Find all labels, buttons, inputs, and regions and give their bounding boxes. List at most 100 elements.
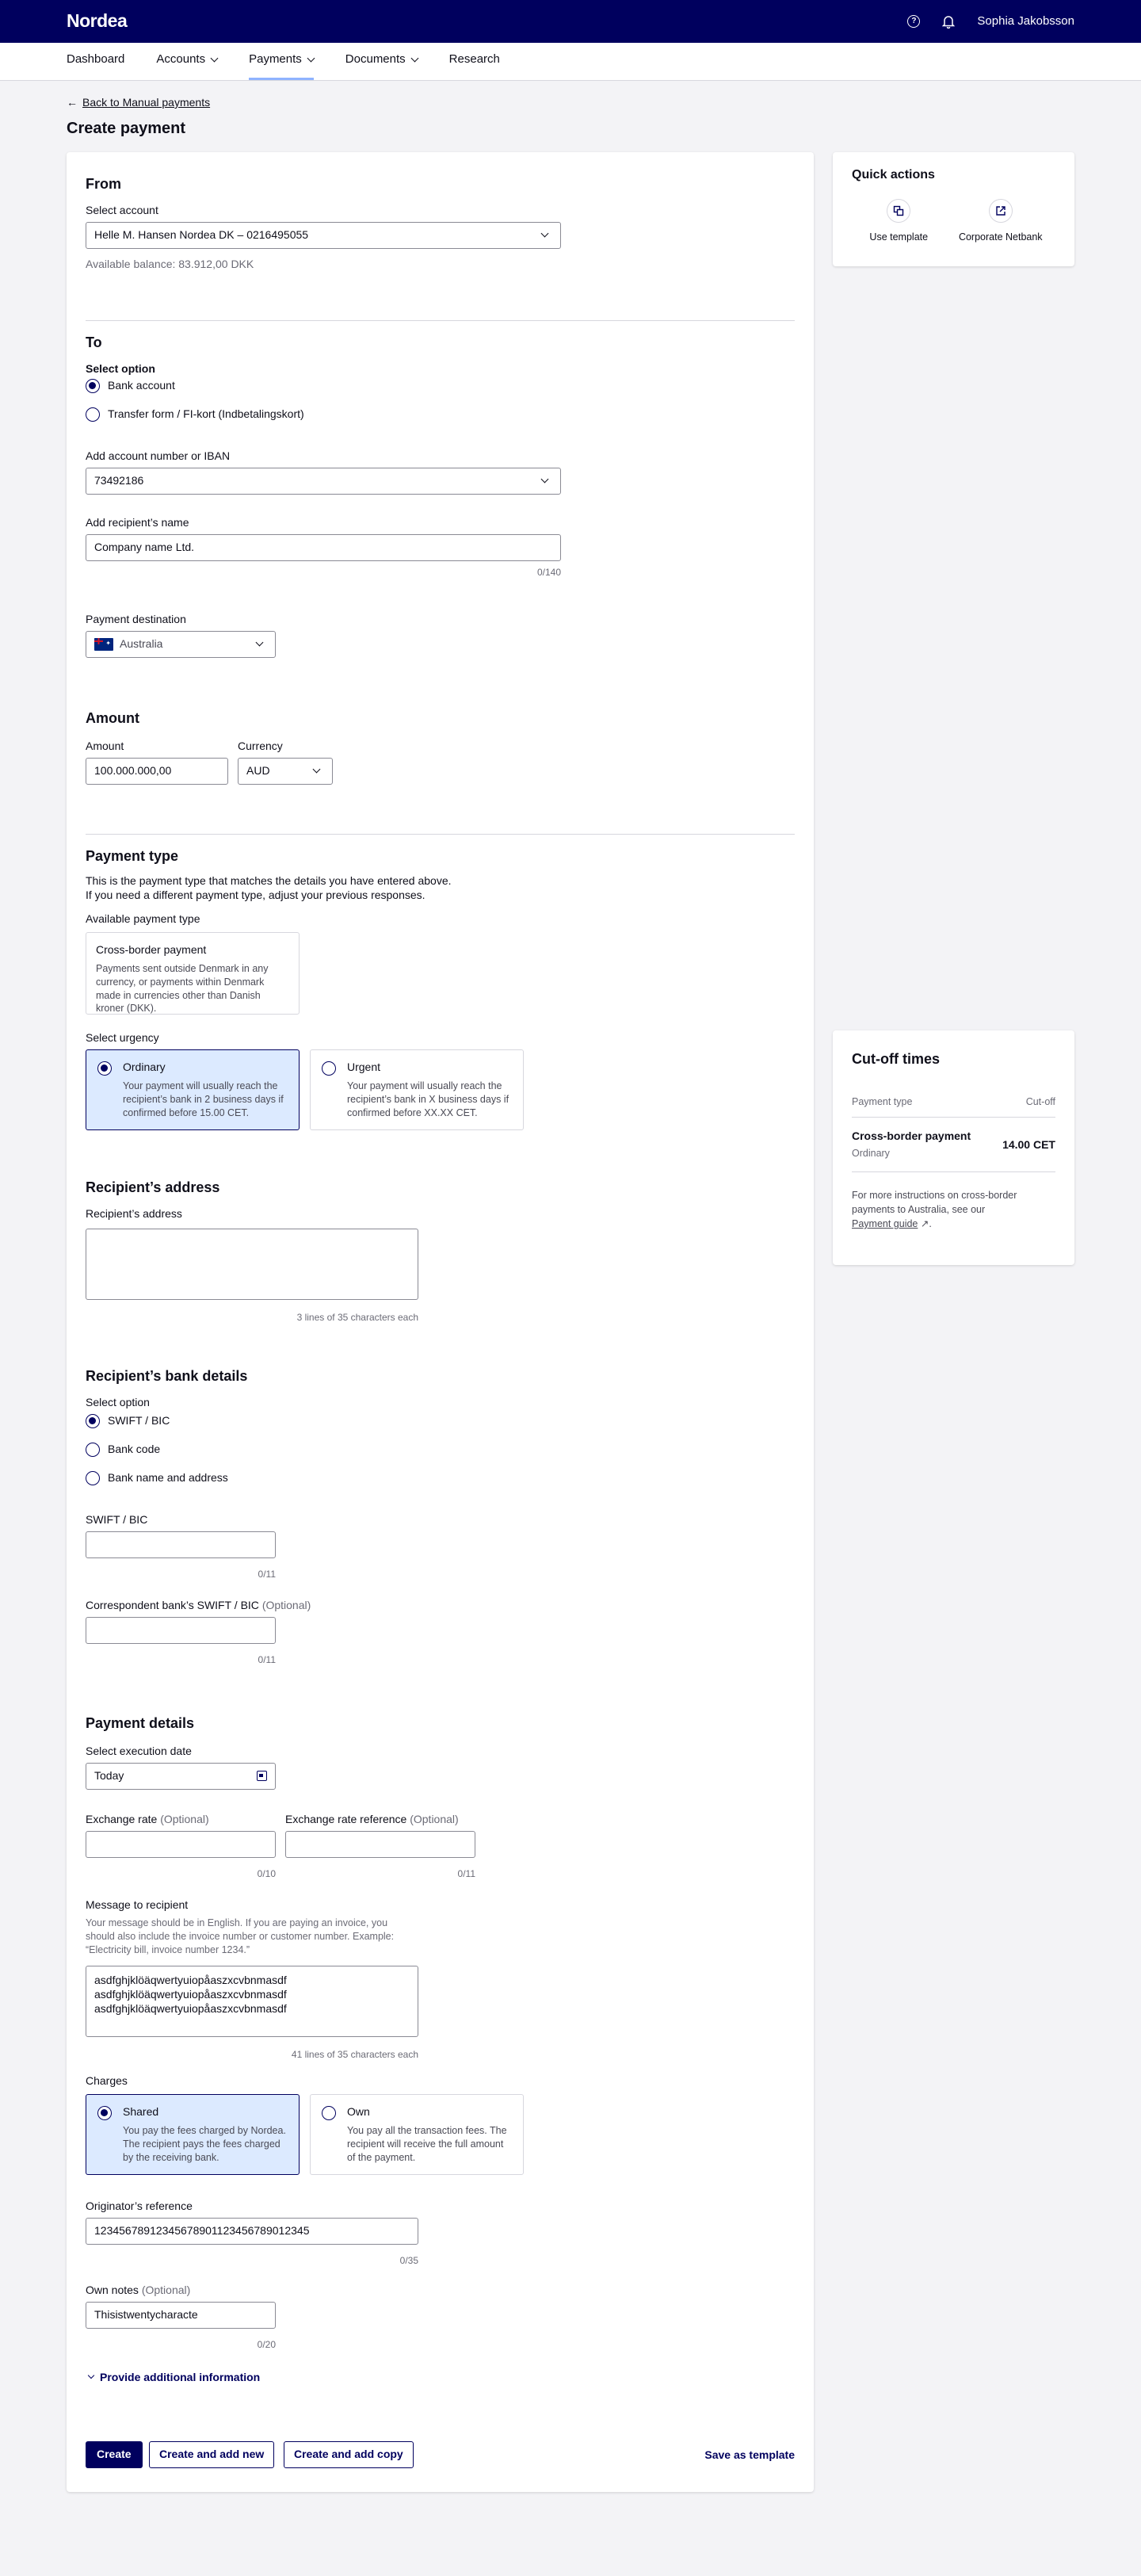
account-select[interactable]: Helle M. Hansen Nordea DK – 0216495055 bbox=[86, 221, 561, 249]
amount-input[interactable]: 100.000.000,00 bbox=[86, 757, 228, 785]
originator-reference-label: Originator’s reference bbox=[86, 2199, 193, 2212]
nav-payments[interactable]: Payments bbox=[249, 42, 315, 80]
back-link[interactable]: ← Back to Manual payments bbox=[67, 95, 1074, 110]
radio-unchecked-icon bbox=[86, 1470, 100, 1485]
payment-destination-select[interactable]: Australia bbox=[86, 630, 276, 658]
swift-counter: 0/11 bbox=[258, 1568, 276, 1580]
to-option-label: Select option bbox=[86, 361, 155, 375]
recipient-address-title: Recipient’s address bbox=[86, 1179, 220, 1195]
radio-label: Bank account bbox=[108, 379, 175, 392]
nav-accounts[interactable]: Accounts bbox=[156, 42, 219, 80]
radio-bank-name-address[interactable]: Bank name and address bbox=[86, 1468, 228, 1489]
account-select-value: Helle M. Hansen Nordea DK – 0216495055 bbox=[94, 228, 309, 242]
cutoff-note: For more instructions on cross-border pa… bbox=[852, 1189, 1017, 1230]
exchange-rate-label-text: Exchange rate bbox=[86, 1812, 158, 1825]
exchange-rate-reference-label-text: Exchange rate reference bbox=[285, 1812, 407, 1825]
account-number-input[interactable]: 73492186 bbox=[86, 467, 561, 495]
nav-dashboard[interactable]: Dashboard bbox=[67, 42, 124, 80]
quick-actions-card: Quick actions Use template Corporate Net… bbox=[833, 151, 1074, 266]
additional-info-label: Provide additional information bbox=[100, 2370, 261, 2383]
australia-flag-icon bbox=[94, 637, 113, 651]
notification-bell-icon[interactable] bbox=[942, 15, 956, 29]
urgency-ordinary-option[interactable]: Ordinary Your payment will usually reach… bbox=[86, 1049, 300, 1130]
option-title: Ordinary bbox=[123, 1060, 166, 1073]
page-title: Create payment bbox=[67, 119, 186, 137]
quick-action-label: Use template bbox=[869, 231, 929, 243]
option-desc: Your payment will usually reach the reci… bbox=[123, 1080, 284, 1118]
nav-research[interactable]: Research bbox=[449, 42, 500, 80]
originator-reference-input[interactable]: 12345678912345678901123456789012345 bbox=[86, 2217, 418, 2245]
currency-select[interactable]: AUD bbox=[238, 757, 333, 785]
cutoff-row: Cross-border payment Ordinary 14.00 CET bbox=[852, 1129, 1055, 1160]
swift-input[interactable] bbox=[86, 1531, 276, 1558]
radio-swift-bic[interactable]: SWIFT / BIC bbox=[86, 1411, 170, 1431]
radio-checked-icon bbox=[97, 2105, 112, 2120]
template-icon bbox=[887, 199, 911, 224]
radio-checked-icon bbox=[97, 1061, 112, 1076]
quick-action-label: Corporate Netbank bbox=[958, 231, 1043, 243]
account-number-value: 73492186 bbox=[94, 474, 144, 487]
nav-label: Accounts bbox=[156, 52, 206, 67]
execution-date-input[interactable]: Today bbox=[86, 1762, 276, 1790]
from-title: From bbox=[86, 175, 121, 192]
divider bbox=[852, 1171, 1055, 1172]
available-payment-type-label: Available payment type bbox=[86, 912, 200, 925]
correspondent-swift-label-text: Correspondent bank’s SWIFT / BIC bbox=[86, 1598, 259, 1611]
urgency-urgent-option[interactable]: Urgent Your payment will usually reach t… bbox=[310, 1049, 524, 1130]
payment-details-title: Payment details bbox=[86, 1714, 195, 1731]
payment-type-desc-1: This is the payment type that matches th… bbox=[86, 873, 452, 887]
help-icon[interactable]: ? bbox=[907, 15, 921, 28]
option-title: Own bbox=[347, 2104, 370, 2118]
recipient-name-input[interactable]: Company name Ltd. bbox=[86, 533, 561, 561]
cutoff-col-type: Payment type bbox=[852, 1096, 913, 1108]
create-button[interactable]: Create bbox=[86, 2440, 143, 2468]
exchange-rate-input[interactable] bbox=[86, 1830, 276, 1858]
nav-label: Dashboard bbox=[67, 52, 125, 67]
optional-tag: (Optional) bbox=[410, 1812, 459, 1825]
top-bar: Nordea ? Sophia Jakobsson bbox=[0, 0, 1141, 43]
main-navigation: Dashboard Accounts Payments Documents Re… bbox=[0, 43, 1141, 81]
message-label: Message to recipient bbox=[86, 1898, 189, 1911]
quick-action-use-template[interactable]: Use template bbox=[855, 199, 942, 244]
recipient-address-textarea[interactable] bbox=[86, 1228, 418, 1300]
additional-info-toggle[interactable]: Provide additional information bbox=[87, 2370, 261, 2385]
correspondent-swift-input[interactable] bbox=[86, 1616, 276, 1644]
charges-own-option[interactable]: Own You pay all the transaction fees. Th… bbox=[310, 2093, 524, 2175]
exchange-rate-reference-label: Exchange rate reference (Optional) bbox=[285, 1812, 459, 1827]
nav-label: Research bbox=[448, 52, 500, 67]
create-and-add-new-button[interactable]: Create and add new bbox=[149, 2440, 275, 2468]
charges-shared-option[interactable]: Shared You pay the fees charged by Norde… bbox=[86, 2093, 300, 2175]
radio-unchecked-icon bbox=[86, 407, 100, 422]
create-and-add-copy-button[interactable]: Create and add copy bbox=[284, 2440, 414, 2468]
save-as-template-link[interactable]: Save as template bbox=[704, 2448, 795, 2463]
nordea-logo[interactable]: Nordea bbox=[67, 9, 128, 33]
exchange-rate-reference-input[interactable] bbox=[285, 1830, 475, 1858]
radio-unchecked-icon bbox=[322, 2105, 336, 2120]
quick-action-corporate-netbank[interactable]: Corporate Netbank bbox=[949, 199, 1052, 244]
option-title: Urgent bbox=[347, 1060, 381, 1073]
card-title: Cross-border payment bbox=[96, 942, 207, 956]
payment-guide-link[interactable]: Payment guide bbox=[852, 1218, 918, 1229]
optional-tag: (Optional) bbox=[160, 1812, 209, 1825]
option-title: Shared bbox=[123, 2104, 159, 2118]
calendar-icon[interactable] bbox=[257, 1771, 267, 1782]
user-name[interactable]: Sophia Jakobsson bbox=[977, 13, 1074, 29]
quick-actions-list: Use template Corporate Netbank bbox=[852, 199, 1055, 244]
bank-details-title: Recipient’s bank details bbox=[86, 1367, 248, 1384]
available-balance: Available balance: 83.912,00 DKK bbox=[86, 257, 254, 270]
back-link-label: Back to Manual payments bbox=[82, 96, 211, 109]
message-textarea[interactable]: asdfghjklöäqwertyuiopåaszxcvbnmasdf asdf… bbox=[86, 1965, 418, 2037]
recipient-name-label: Add recipient’s name bbox=[86, 515, 189, 529]
cutoff-row-left: Cross-border payment Ordinary bbox=[852, 1129, 971, 1160]
radio-bank-account[interactable]: Bank account bbox=[86, 376, 175, 396]
radio-transfer-form[interactable]: Transfer form / FI-kort (Indbetalingskor… bbox=[86, 404, 304, 425]
chevron-down-icon bbox=[540, 475, 549, 483]
radio-bank-code[interactable]: Bank code bbox=[86, 1439, 160, 1460]
nav-documents[interactable]: Documents bbox=[345, 42, 419, 80]
destination-value-wrap: Australia bbox=[94, 636, 162, 652]
nav-label: Documents bbox=[345, 52, 406, 67]
own-notes-counter: 0/20 bbox=[257, 2338, 276, 2350]
recipient-address-hint: 3 lines of 35 characters each bbox=[296, 1311, 418, 1323]
exchange-rate-label: Exchange rate (Optional) bbox=[86, 1812, 209, 1827]
own-notes-input[interactable]: Thisistwentycharacte bbox=[86, 2301, 276, 2329]
